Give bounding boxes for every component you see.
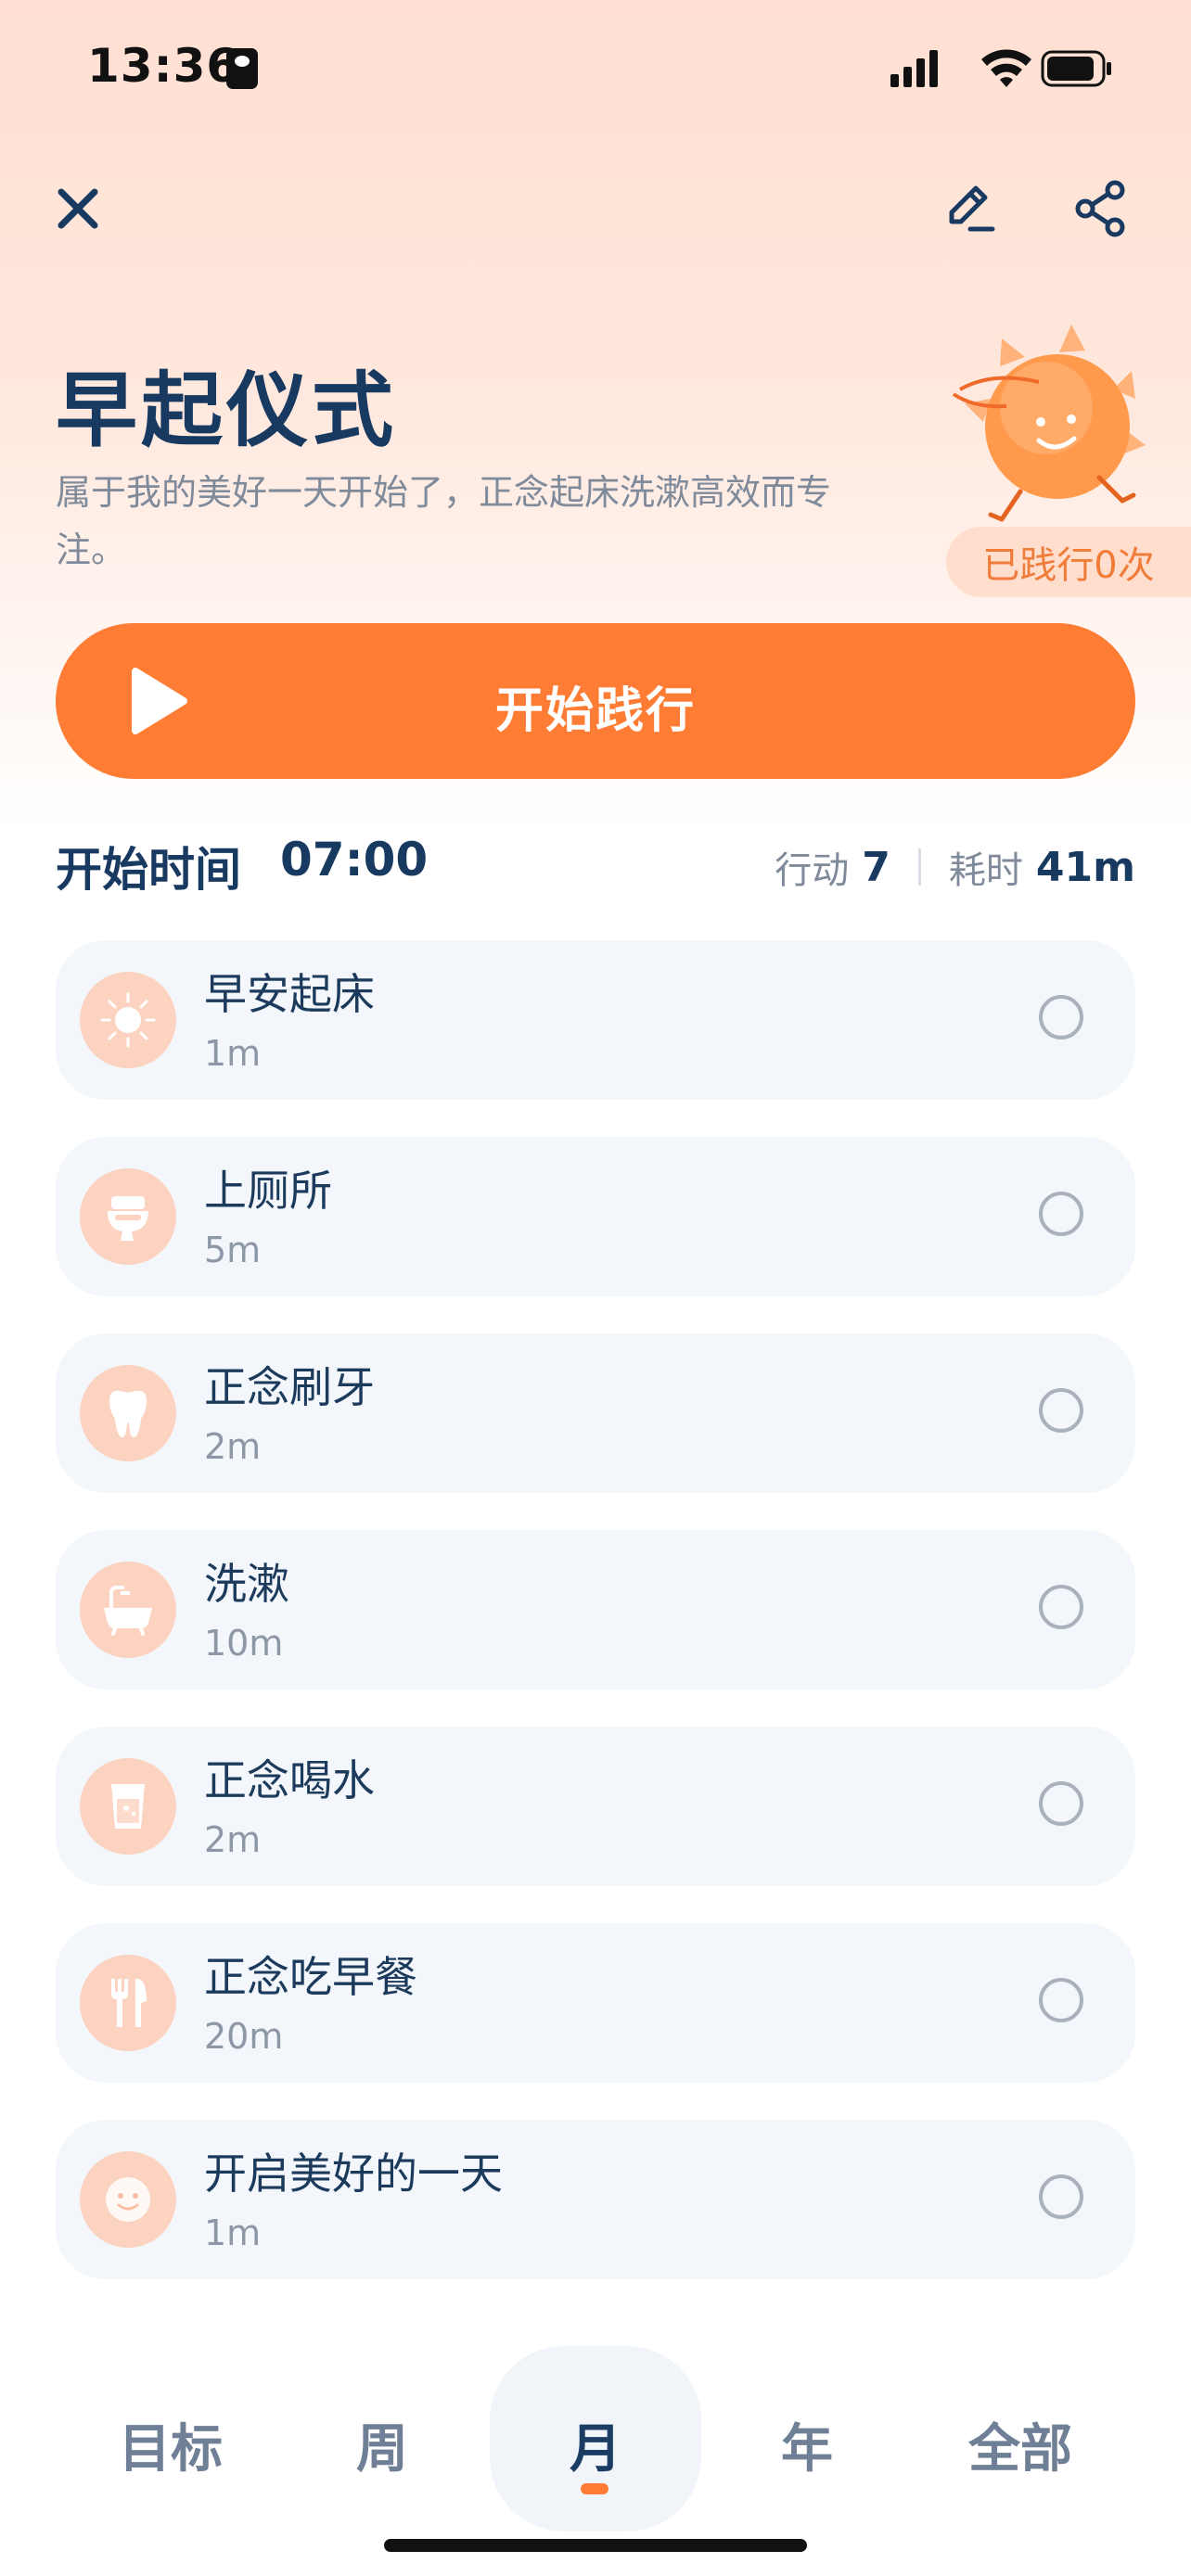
close-icon <box>58 188 98 229</box>
actions-label: 行动 <box>775 849 850 892</box>
tab-week[interactable]: 周 <box>276 2346 488 2531</box>
tab-goal[interactable]: 目标 <box>65 2346 276 2531</box>
task-icon-wrap <box>80 2151 176 2248</box>
toilet-icon <box>108 1196 148 1241</box>
duration-label: 耗时 <box>948 849 1023 892</box>
duration-total: 41m <box>1035 843 1135 891</box>
sun-icon <box>100 992 156 1048</box>
task-duration: 1m <box>204 1033 262 1074</box>
task-checkbox[interactable] <box>1039 995 1083 1039</box>
task-checkbox[interactable] <box>1039 1978 1083 2022</box>
task-name: 正念喝水 <box>204 1755 375 1805</box>
cutlery-icon <box>111 1979 147 2027</box>
sun-mascot-illustration <box>952 325 1146 522</box>
share-icon <box>1075 180 1125 237</box>
task-name: 早安起床 <box>204 969 375 1019</box>
bottom-tab-bar: 目标 周 月 年 全部 <box>0 2346 1191 2531</box>
smile-icon <box>106 2177 150 2222</box>
task-item[interactable]: 正念刷牙 2m <box>56 1333 1135 1493</box>
task-icon-wrap <box>80 972 176 1068</box>
edit-icon <box>949 185 995 232</box>
tab-label: 目标 <box>119 2419 223 2480</box>
status-time: 13:36 <box>87 39 240 93</box>
bathtub-icon <box>104 1586 152 1636</box>
home-indicator <box>384 2539 807 2552</box>
task-name: 上厕所 <box>204 1166 332 1216</box>
wifi-icon <box>981 49 1031 87</box>
start-practice-button[interactable]: 开始践行 <box>56 623 1135 779</box>
task-item[interactable]: 洗漱 10m <box>56 1530 1135 1690</box>
task-checkbox[interactable] <box>1039 1388 1083 1433</box>
tab-label: 年 <box>781 2419 833 2480</box>
status-bar: 13:36 <box>0 0 1191 139</box>
task-icon-wrap <box>80 1562 176 1658</box>
routine-meta: 开始时间 07:00 行动 7 耗时 41m <box>56 823 1135 898</box>
tab-month[interactable]: 月 <box>490 2346 701 2531</box>
task-icon-wrap <box>80 1955 176 2051</box>
task-icon-wrap <box>80 1168 176 1265</box>
actions-count: 7 <box>862 843 890 891</box>
task-duration: 2m <box>204 1819 262 1860</box>
task-name: 正念吃早餐 <box>204 1952 417 2002</box>
routine-stats: 行动 7 耗时 41m <box>775 840 1135 894</box>
close-button[interactable] <box>41 172 115 246</box>
task-duration: 5m <box>204 1230 262 1270</box>
task-item[interactable]: 正念吃早餐 20m <box>56 1923 1135 2083</box>
task-name: 洗漱 <box>204 1559 289 1609</box>
stats-divider <box>917 848 921 886</box>
tab-label: 周 <box>356 2419 408 2480</box>
task-checkbox[interactable] <box>1039 1781 1083 1826</box>
battery-icon <box>1041 50 1111 87</box>
task-duration: 20m <box>204 2016 284 2057</box>
page-description: 属于我的美好一天开始了，正念起床洗漱高效而专注。 <box>56 472 832 570</box>
task-item[interactable]: 上厕所 5m <box>56 1137 1135 1296</box>
task-duration: 10m <box>204 1623 284 1664</box>
tab-label: 月 <box>570 2419 621 2480</box>
task-duration: 1m <box>204 2213 262 2253</box>
task-checkbox[interactable] <box>1039 1585 1083 1629</box>
page-title: 早起仪式 <box>56 363 398 458</box>
share-button[interactable] <box>1065 172 1139 246</box>
task-checkbox[interactable] <box>1039 1192 1083 1236</box>
tooth-icon <box>109 1390 147 1437</box>
task-item[interactable]: 开启美好的一天 1m <box>56 2120 1135 2279</box>
tab-label: 全部 <box>968 2419 1072 2480</box>
task-name: 正念刷牙 <box>204 1362 375 1412</box>
task-name: 开启美好的一天 <box>204 2149 503 2199</box>
start-time-label: 开始时间 <box>56 843 241 897</box>
task-icon-wrap <box>80 1758 176 1855</box>
status-indicators <box>890 49 1111 87</box>
task-checkbox[interactable] <box>1039 2174 1083 2219</box>
task-list: 早安起床 1m 上厕所 5m 正念刷牙 2m 洗漱 10m 正念喝水 2m 正念… <box>56 940 1135 2316</box>
water-glass-icon <box>111 1784 145 1829</box>
contact-card-icon <box>226 48 258 89</box>
edit-button[interactable] <box>931 172 1005 246</box>
task-item[interactable]: 早安起床 1m <box>56 940 1135 1100</box>
practice-count-badge: 已践行0次 <box>946 527 1191 597</box>
start-practice-label: 开始践行 <box>494 684 696 738</box>
active-tab-indicator <box>581 2483 608 2494</box>
tab-year[interactable]: 年 <box>701 2346 913 2531</box>
signal-icon <box>890 50 938 87</box>
task-duration: 2m <box>204 1426 262 1467</box>
task-icon-wrap <box>80 1365 176 1461</box>
start-time-value[interactable]: 07:00 <box>280 833 428 886</box>
task-item[interactable]: 正念喝水 2m <box>56 1727 1135 1886</box>
tab-all[interactable]: 全部 <box>915 2346 1126 2531</box>
